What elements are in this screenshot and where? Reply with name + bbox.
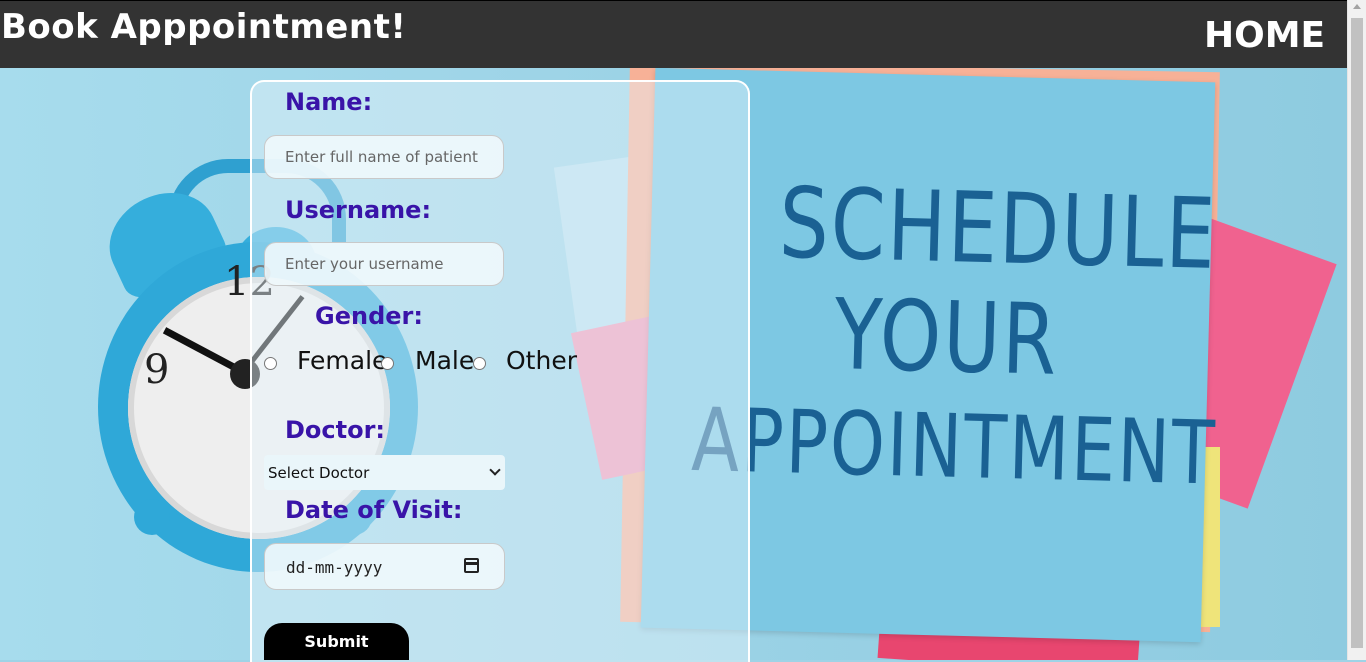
note-line-3: APPOINTMENT	[690, 388, 1218, 505]
note-line-1: SCHEDULE	[777, 167, 1219, 292]
chevron-down-icon	[489, 464, 501, 476]
username-input[interactable]	[264, 242, 504, 286]
doctor-select[interactable]: Select Doctor	[264, 455, 505, 490]
calendar-icon[interactable]	[464, 558, 479, 573]
radio-label-female: Female	[297, 346, 388, 375]
name-input[interactable]	[264, 135, 504, 179]
doctor-label: Doctor:	[285, 416, 386, 444]
date-placeholder: dd-mm-yyyy	[286, 558, 383, 577]
username-label: Username:	[285, 196, 432, 224]
home-link[interactable]: HOME	[1204, 15, 1325, 56]
clock-number-9: 9	[144, 347, 170, 393]
name-label: Name:	[285, 88, 373, 116]
submit-button[interactable]: Submit	[264, 623, 409, 660]
page-title: Book Apppointment!	[1, 7, 407, 47]
radio-other[interactable]	[473, 357, 486, 370]
clock-foot-left	[134, 499, 170, 535]
page-scrollbar[interactable]	[1347, 0, 1366, 660]
note-line-2: YOUR	[833, 279, 1060, 398]
scroll-thumb[interactable]	[1351, 18, 1363, 648]
date-input[interactable]: dd-mm-yyyy	[264, 543, 505, 590]
radio-label-male: Male	[415, 346, 475, 375]
radio-male[interactable]	[381, 357, 394, 370]
radio-female[interactable]	[264, 357, 277, 370]
radio-label-other: Other	[506, 346, 577, 375]
top-navbar: Book Apppointment! HOME	[0, 0, 1347, 68]
gender-label: Gender:	[315, 302, 423, 330]
date-label: Date of Visit:	[285, 496, 463, 524]
scroll-up-arrow-icon[interactable]	[1353, 4, 1361, 9]
doctor-select-value: Select Doctor	[268, 464, 370, 482]
